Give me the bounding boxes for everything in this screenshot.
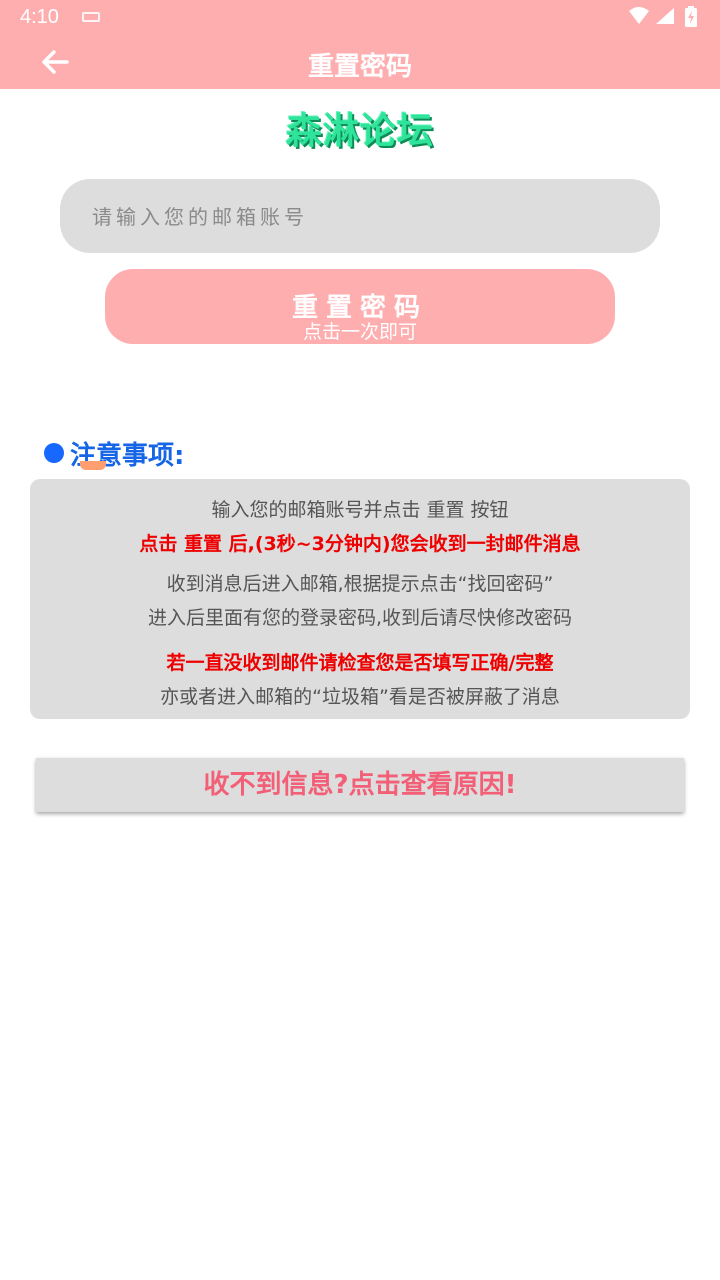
notice-line-warning: 点击 重置 后,(3秒~3分钟内)您会收到一封邮件消息 xyxy=(139,533,581,555)
heading-accent-decoration xyxy=(80,461,106,470)
signal-icon xyxy=(656,8,674,24)
page-title: 重置密码 xyxy=(307,52,412,82)
reset-button-sublabel: 点击一次即可 xyxy=(302,321,417,343)
app-bar: 重置密码 xyxy=(0,36,720,89)
keyboard-icon xyxy=(82,12,100,22)
wifi-icon xyxy=(629,7,649,24)
status-bar: 4:10 xyxy=(0,0,720,36)
battery-icon xyxy=(685,6,697,27)
bullet-dot-icon xyxy=(44,443,64,463)
forum-logo: 森淋论坛 xyxy=(285,111,434,152)
notice-line-warning: 若一直没收到邮件请检查您是否填写正确/完整 xyxy=(166,652,554,674)
help-reason-button[interactable]: 收不到信息?点击查看原因! xyxy=(36,758,684,812)
email-input-container xyxy=(60,179,660,255)
status-time: 4:10 xyxy=(20,6,59,28)
notice-line: 进入后里面有您的登录密码,收到后请尽快修改密码 xyxy=(147,607,573,629)
notice-line: 收到消息后进入邮箱,根据提示点击“找回密码” xyxy=(166,573,554,595)
notice-line: 输入您的邮箱账号并点击 重置 按钮 xyxy=(211,499,509,521)
email-input[interactable] xyxy=(90,179,634,255)
notice-panel: 输入您的邮箱账号并点击 重置 按钮 点击 重置 后,(3秒~3分钟内)您会收到一… xyxy=(30,479,690,719)
notice-heading: 注意事项: xyxy=(44,434,184,472)
reset-password-button[interactable]: 重置密码 点击一次即可 xyxy=(105,269,615,344)
notice-line: 亦或者进入邮箱的“垃圾箱”看是否被屏蔽了消息 xyxy=(160,686,560,708)
